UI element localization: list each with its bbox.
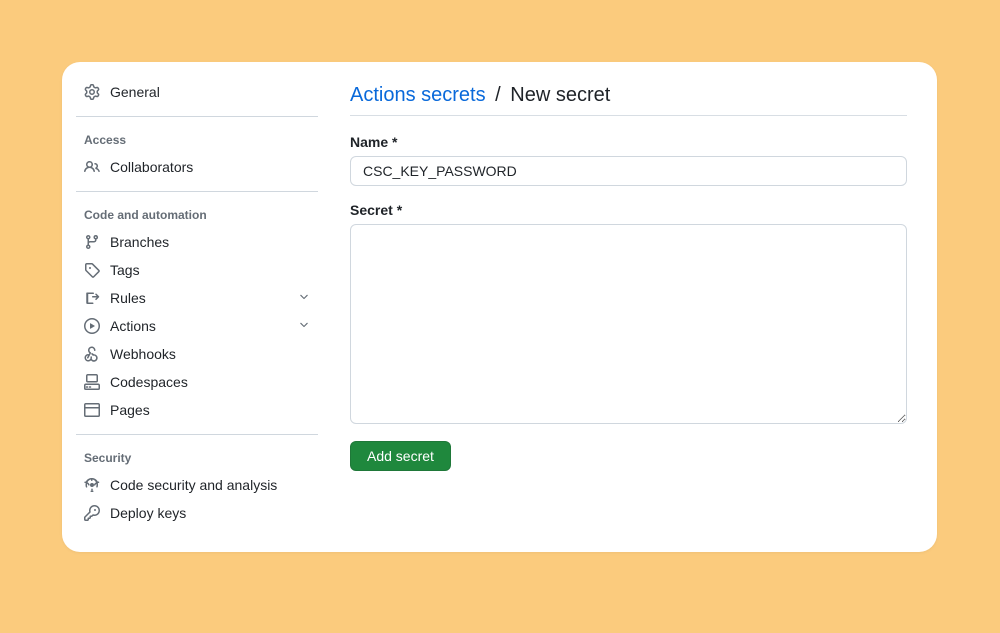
main-content: Actions secrets / New secret Name * Secr…: [332, 62, 937, 552]
sidebar-item-deploy-keys[interactable]: Deploy keys: [62, 499, 332, 527]
breadcrumb-link[interactable]: Actions secrets: [350, 84, 486, 106]
branch-icon: [84, 234, 100, 250]
chevron-down-icon: [298, 291, 310, 306]
page-title: Actions secrets / New secret: [350, 84, 907, 116]
rules-icon: [84, 290, 100, 306]
section-header-code: Code and automation: [62, 194, 332, 228]
sidebar-item-label: Codespaces: [110, 374, 310, 390]
add-secret-button[interactable]: Add secret: [350, 441, 451, 471]
sidebar-item-label: Actions: [110, 318, 288, 334]
section-header-security: Security: [62, 437, 332, 471]
codespaces-icon: [84, 374, 100, 390]
sidebar-item-general[interactable]: General: [62, 78, 332, 106]
settings-sidebar: General Access Collaborators Code and au…: [62, 62, 332, 552]
browser-icon: [84, 402, 100, 418]
sidebar-item-label: Branches: [110, 234, 310, 250]
sidebar-item-label: Collaborators: [110, 159, 310, 175]
divider: [76, 434, 318, 435]
webhook-icon: [84, 346, 100, 362]
secret-label: Secret *: [350, 202, 907, 218]
gear-icon: [84, 84, 100, 100]
sidebar-item-label: Webhooks: [110, 346, 310, 362]
settings-card: General Access Collaborators Code and au…: [62, 62, 937, 552]
sidebar-item-actions[interactable]: Actions: [62, 312, 332, 340]
breadcrumb-separator: /: [495, 84, 501, 106]
sidebar-item-label: General: [110, 84, 310, 100]
play-icon: [84, 318, 100, 334]
sidebar-item-label: Code security and analysis: [110, 477, 310, 493]
sidebar-item-code-security[interactable]: Code security and analysis: [62, 471, 332, 499]
sidebar-item-rules[interactable]: Rules: [62, 284, 332, 312]
sidebar-item-label: Pages: [110, 402, 310, 418]
sidebar-item-webhooks[interactable]: Webhooks: [62, 340, 332, 368]
chevron-down-icon: [298, 319, 310, 334]
sidebar-item-pages[interactable]: Pages: [62, 396, 332, 424]
section-header-access: Access: [62, 119, 332, 153]
divider: [76, 191, 318, 192]
key-icon: [84, 505, 100, 521]
divider: [76, 116, 318, 117]
name-label: Name *: [350, 134, 907, 150]
sidebar-item-label: Deploy keys: [110, 505, 310, 521]
secret-textarea[interactable]: [350, 224, 907, 424]
sidebar-item-branches[interactable]: Branches: [62, 228, 332, 256]
tag-icon: [84, 262, 100, 278]
sidebar-item-label: Tags: [110, 262, 310, 278]
analysis-icon: [84, 477, 100, 493]
people-icon: [84, 159, 100, 175]
name-input[interactable]: [350, 156, 907, 186]
sidebar-item-tags[interactable]: Tags: [62, 256, 332, 284]
breadcrumb-current: New secret: [510, 84, 610, 106]
sidebar-item-label: Rules: [110, 290, 288, 306]
sidebar-item-codespaces[interactable]: Codespaces: [62, 368, 332, 396]
sidebar-item-collaborators[interactable]: Collaborators: [62, 153, 332, 181]
